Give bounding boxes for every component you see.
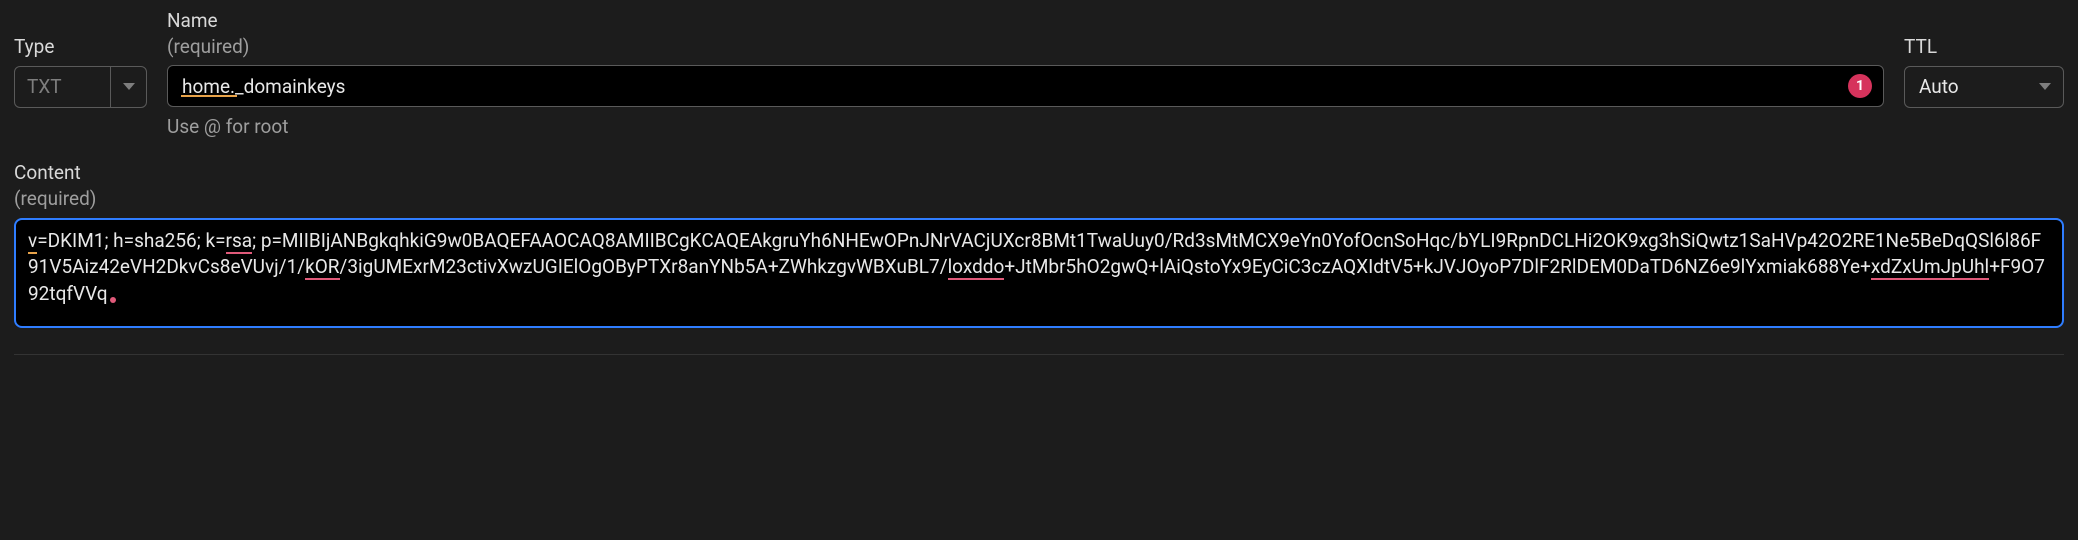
- content-label: Content (required): [14, 160, 2064, 211]
- type-field: Type TXT: [14, 8, 147, 108]
- type-select[interactable]: TXT: [14, 66, 147, 108]
- chevron-down-icon: [2039, 83, 2051, 90]
- dns-record-form-row: Type TXT Name (required) 1 Use @ for roo…: [14, 8, 2064, 138]
- name-input-wrap: 1: [167, 65, 1884, 107]
- content-field: Content (required) v=DKIM1; h=sha256; k=…: [14, 160, 2064, 327]
- name-error-badge[interactable]: 1: [1848, 74, 1872, 98]
- name-label: Name (required): [167, 8, 1884, 59]
- ttl-select[interactable]: Auto: [1904, 66, 2064, 108]
- content-textarea[interactable]: v=DKIM1; h=sha256; k=rsa; p=MIIBIjANBgkq…: [14, 218, 2064, 328]
- type-select-toggle[interactable]: [110, 67, 146, 107]
- ttl-value: Auto: [1919, 75, 1959, 98]
- ttl-label: TTL: [1904, 34, 2064, 60]
- caret-indicator: [110, 297, 116, 303]
- type-select-value: TXT: [15, 67, 110, 107]
- name-field: Name (required) 1 Use @ for root: [167, 8, 1884, 138]
- name-error-count: 1: [1856, 78, 1864, 94]
- name-helper-text: Use @ for root: [167, 115, 1884, 138]
- ttl-field: TTL Auto: [1904, 8, 2064, 108]
- name-input[interactable]: [167, 65, 1884, 107]
- chevron-down-icon: [123, 83, 135, 90]
- type-label: Type: [14, 34, 147, 60]
- section-divider: [14, 354, 2064, 355]
